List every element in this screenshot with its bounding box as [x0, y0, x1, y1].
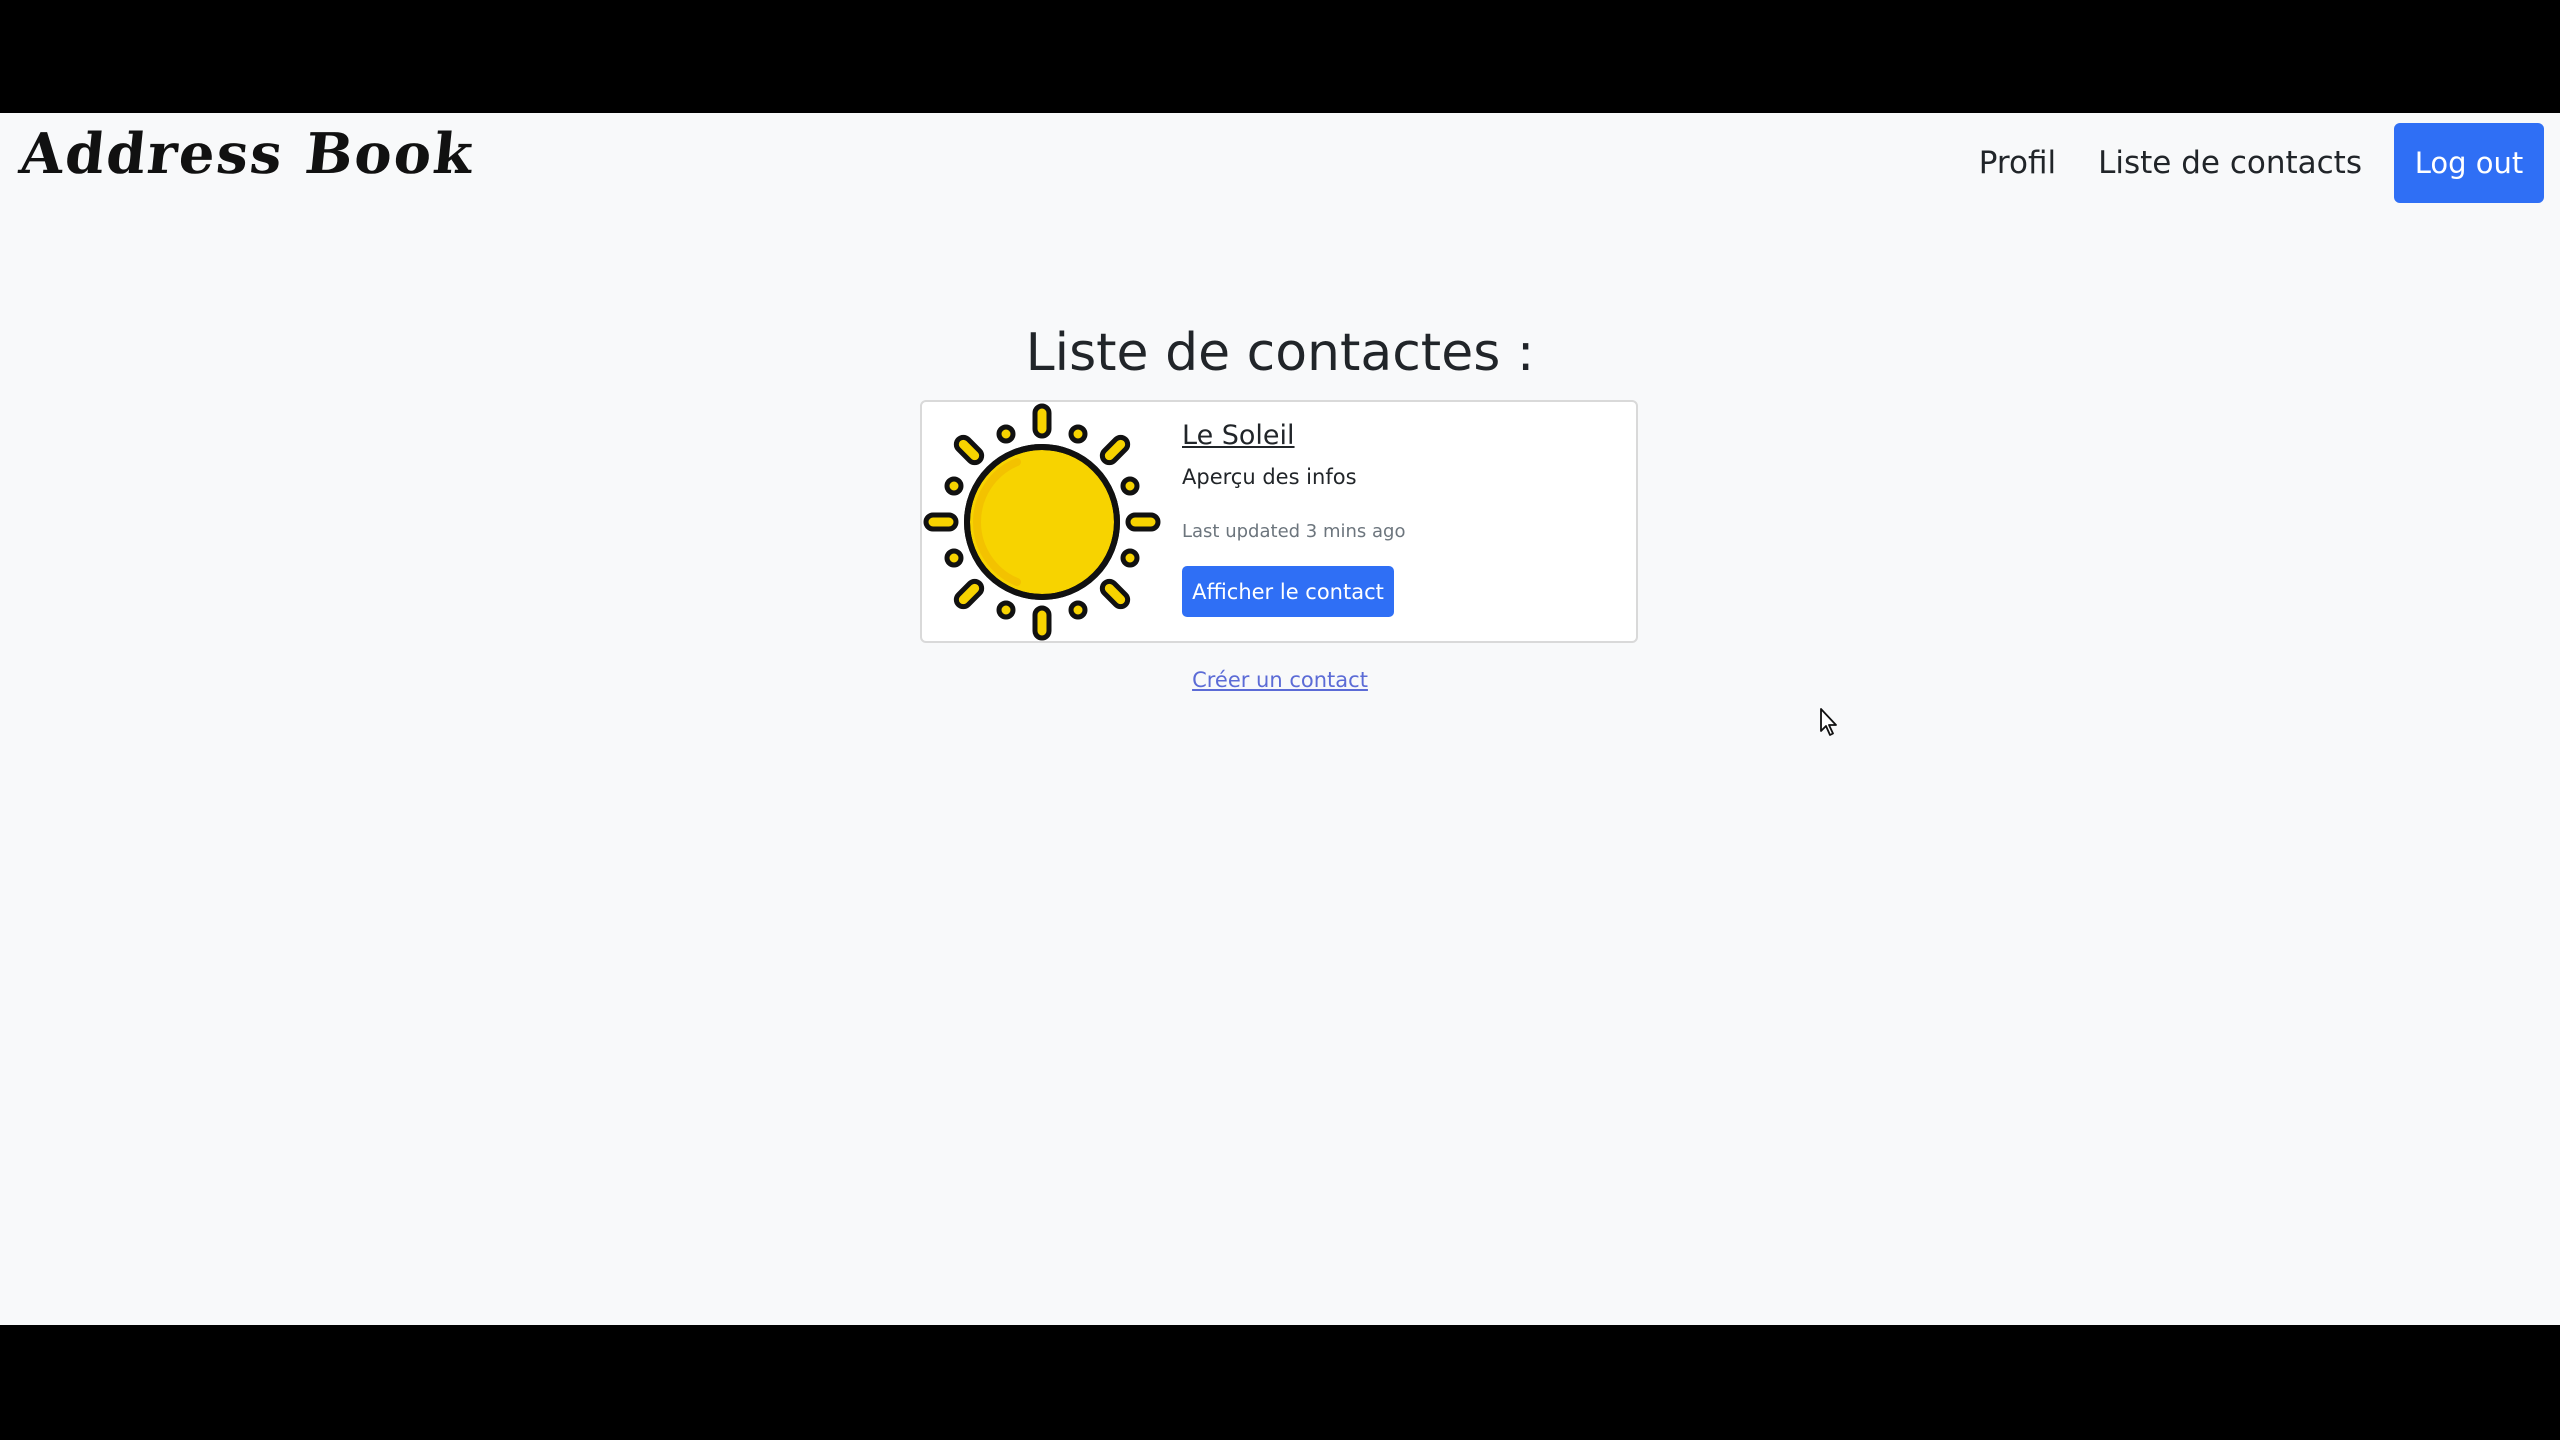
- logout-button[interactable]: Log out: [2394, 123, 2544, 203]
- create-contact-link: Créer un contact: [0, 668, 2560, 692]
- navbar: Address Book Profil Liste de contacts Lo…: [0, 113, 2560, 213]
- nav-links: Profil Liste de contacts Log out: [1979, 123, 2560, 203]
- nav-link-contact-list[interactable]: Liste de contacts: [2098, 145, 2362, 181]
- show-contact-button[interactable]: Afficher le contact: [1182, 566, 1394, 617]
- nav-link-profil[interactable]: Profil: [1979, 145, 2056, 181]
- mouse-cursor-icon: [1820, 708, 1837, 736]
- browser-viewport: Address Book Profil Liste de contacts Lo…: [0, 113, 2560, 1325]
- letterbox-top: [0, 0, 2560, 113]
- contact-updated-time: Last updated 3 mins ago: [1182, 521, 1406, 542]
- contact-card: Le Soleil Aperçu des infos Last updated …: [920, 400, 1638, 643]
- brand-logo[interactable]: Address Book: [17, 121, 478, 187]
- page-title: Liste de contactes :: [1025, 323, 1535, 383]
- letterbox-bottom: [0, 1325, 2560, 1440]
- contact-preview: Aperçu des infos: [1182, 465, 1357, 489]
- contact-name-link[interactable]: Le Soleil: [1182, 420, 1295, 451]
- sun-icon: [922, 402, 1162, 642]
- contact-card-body: Le Soleil Aperçu des infos Last updated …: [1182, 420, 1622, 617]
- create-contact-link-text[interactable]: Créer un contact: [1192, 668, 1368, 692]
